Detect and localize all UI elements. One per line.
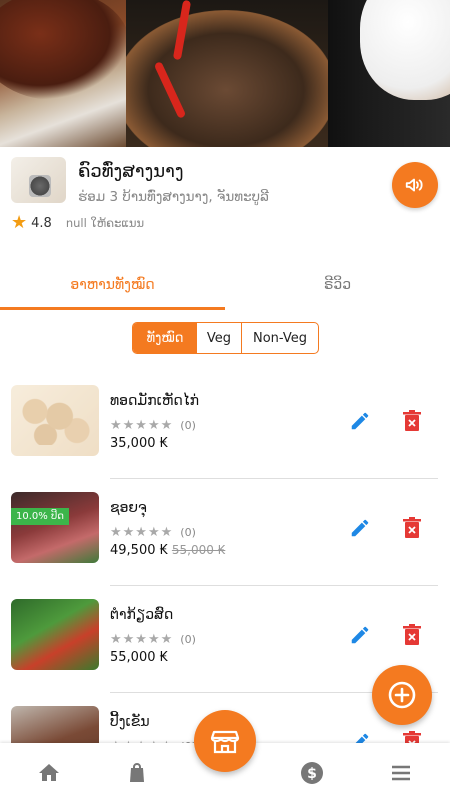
store-button[interactable]: [194, 710, 256, 772]
edit-icon[interactable]: [349, 624, 371, 646]
filter-non-veg[interactable]: Non-Veg: [242, 323, 318, 353]
star-rating: ★★★★★: [110, 418, 174, 433]
nav-earnings[interactable]: $: [300, 761, 324, 785]
food-price: 55,000 ₭: [110, 650, 168, 665]
food-name: ທອດມັກເຫັດໄກ່: [110, 393, 199, 409]
food-price: 35,000 ₭: [110, 436, 168, 451]
food-name: ຕຳກ້ຽວສົດ: [110, 607, 174, 623]
price-value: 35,000 ₭: [110, 436, 168, 451]
edit-icon[interactable]: [349, 517, 371, 539]
star-icon: ★: [11, 212, 28, 233]
filter-veg[interactable]: Veg: [197, 323, 242, 353]
shopping-bag-icon: [130, 763, 144, 782]
dollar-icon: $: [301, 762, 323, 784]
rating-value: 4.8: [31, 215, 52, 231]
tab-all-food[interactable]: ອາຫານທັງໝົດ: [0, 262, 225, 307]
price-value: 55,000 ₭: [110, 650, 168, 665]
shop-banner: [0, 0, 450, 147]
price-value: 49,500 ₭: [110, 543, 168, 558]
add-circle-icon: [388, 681, 416, 709]
banner-image-grilled-meat: [0, 0, 126, 147]
food-stars: ★★★★★ (0): [110, 525, 196, 540]
food-image: [11, 385, 99, 456]
shop-logo: [11, 157, 66, 203]
old-price: 55,000 ₭: [171, 543, 226, 557]
food-image: 10.0% ປິດ: [11, 492, 99, 563]
filter-all[interactable]: ທັງໝົດ: [133, 323, 197, 353]
food-image: [11, 599, 99, 670]
store-icon: [210, 730, 240, 754]
shop-rating: ★ 4.8 null ໃຫ້ຄະແນນ: [11, 214, 144, 232]
nav-orders[interactable]: [125, 761, 149, 785]
review-count: null ໃຫ້ຄະແນນ: [65, 216, 145, 230]
discount-badge: 10.0% ປິດ: [11, 508, 69, 525]
rating-count: (0): [180, 633, 196, 646]
announce-button[interactable]: [392, 162, 438, 208]
food-stars: ★★★★★ (0): [110, 418, 196, 433]
food-name: ຊອຍຈຸ: [110, 500, 147, 516]
menu-icon: [392, 765, 410, 781]
shop-header: ຄົວທົ່ງສາງນາງ ຮ່ອມ 3 ບ້ານທົ່ງສາງນາງ, ຈັນ…: [0, 147, 450, 247]
list-item[interactable]: ທອດມັກເຫັດໄກ່ ★★★★★ (0) 35,000 ₭: [0, 372, 450, 479]
nav-menu[interactable]: [389, 761, 413, 785]
list-item[interactable]: 10.0% ປິດ ຊອຍຈຸ ★★★★★ (0) 49,500 ₭ 55,000…: [0, 479, 450, 586]
tab-reviews[interactable]: ຣີວິວ: [225, 262, 450, 307]
home-icon: [39, 764, 59, 781]
nav-home[interactable]: [37, 761, 61, 785]
megaphone-icon: [405, 178, 423, 192]
shop-name: ຄົວທົ່ງສາງນາງ: [78, 161, 184, 182]
add-item-button[interactable]: [372, 665, 432, 725]
delete-icon[interactable]: [403, 410, 421, 432]
edit-icon[interactable]: [349, 410, 371, 432]
food-type-filter: ທັງໝົດ Veg Non-Veg: [132, 322, 319, 354]
banner-image-sticky-rice: [328, 0, 450, 147]
delete-icon[interactable]: [403, 624, 421, 646]
shop-address: ຮ່ອມ 3 ບ້ານທົ່ງສາງນາງ, ຈັນທະບູລີ: [78, 189, 269, 205]
star-rating: ★★★★★: [110, 632, 174, 647]
svg-text:$: $: [307, 766, 317, 782]
banner-image-dish: [126, 0, 328, 147]
delete-icon[interactable]: [403, 517, 421, 539]
food-name: ປີ້ງເຂັນ: [110, 714, 150, 730]
food-stars: ★★★★★ (0): [110, 632, 196, 647]
tab-indicator: [0, 307, 225, 310]
rating-count: (0): [180, 526, 196, 539]
star-rating: ★★★★★: [110, 525, 174, 540]
food-price: 49,500 ₭ 55,000 ₭: [110, 543, 225, 558]
tab-bar: ອາຫານທັງໝົດ ຣີວິວ: [0, 262, 450, 310]
rating-count: (0): [180, 419, 196, 432]
